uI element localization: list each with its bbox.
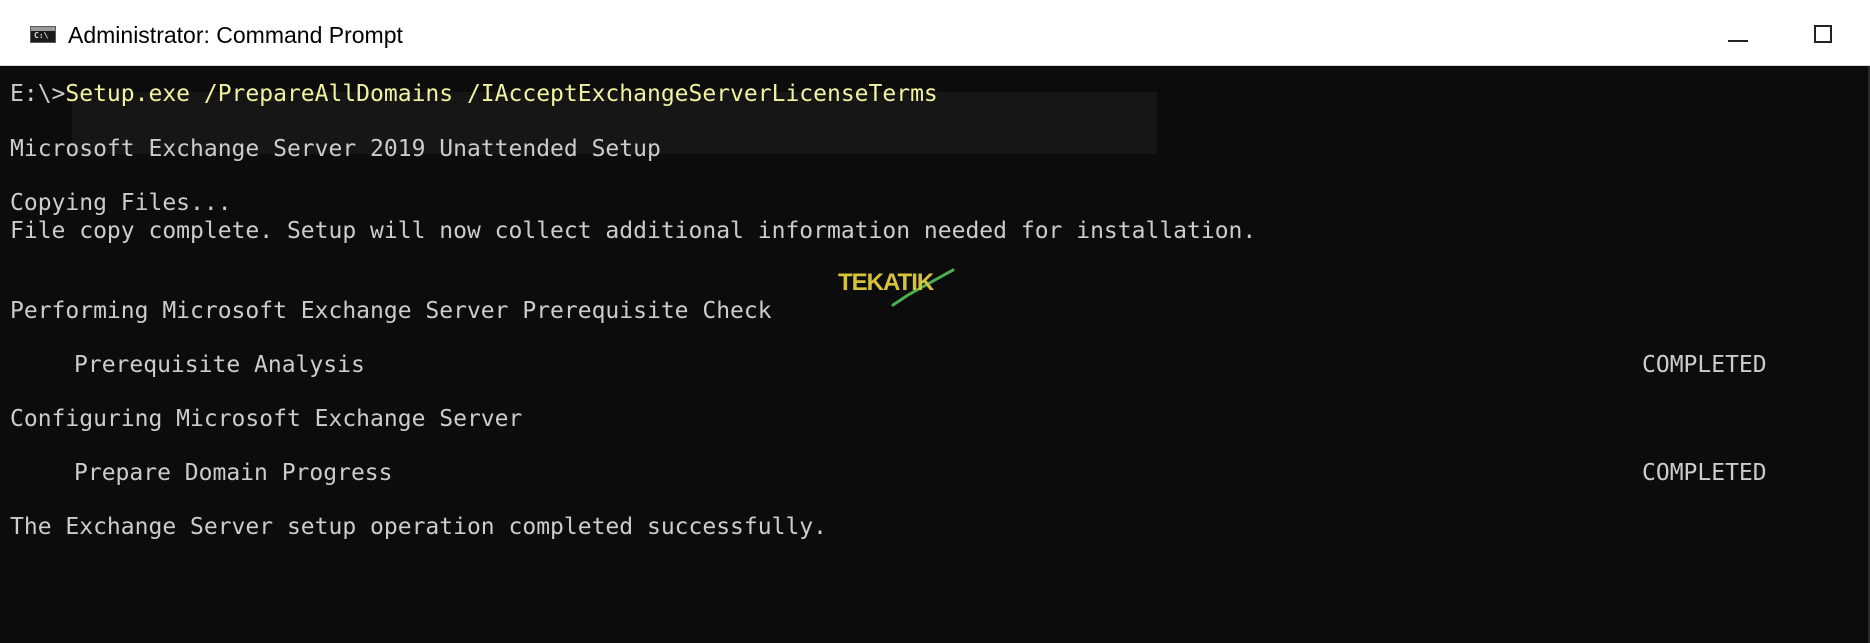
- minimize-button[interactable]: [1710, 8, 1766, 58]
- title-bar[interactable]: C:\ Administrator: Command Prompt: [0, 0, 1870, 66]
- console-line: Prerequisite Analysis: [74, 352, 365, 378]
- prompt: E:\>: [10, 81, 66, 107]
- command-prompt-window: C:\ Administrator: Command Prompt E:\>Se…: [0, 0, 1870, 643]
- console-line: The Exchange Server setup operation comp…: [10, 514, 827, 540]
- command-text: Setup.exe /PrepareAllDomains /IAcceptExc…: [65, 81, 938, 107]
- window-title: Administrator: Command Prompt: [68, 22, 403, 48]
- console-line: Prepare Domain Progress: [74, 460, 393, 486]
- status-completed: COMPLETED: [1642, 352, 1767, 378]
- watermark-logo: TEKATIK: [838, 265, 958, 315]
- console-line: File copy complete. Setup will now colle…: [10, 218, 1257, 244]
- console-line: Performing Microsoft Exchange Server Pre…: [10, 298, 772, 324]
- status-completed: COMPLETED: [1642, 460, 1767, 486]
- watermark-text: TEKATIK: [838, 269, 934, 296]
- command-line: E:\>Setup.exe /PrepareAllDomains /IAccep…: [10, 78, 938, 110]
- cmd-icon[interactable]: C:\: [30, 26, 56, 43]
- console-output[interactable]: E:\>Setup.exe /PrepareAllDomains /IAccep…: [0, 66, 1870, 643]
- maximize-button[interactable]: [1794, 8, 1850, 58]
- cmd-icon-label: C:\: [34, 31, 49, 40]
- console-line: Configuring Microsoft Exchange Server: [10, 406, 523, 432]
- console-line: Microsoft Exchange Server 2019 Unattende…: [10, 136, 661, 162]
